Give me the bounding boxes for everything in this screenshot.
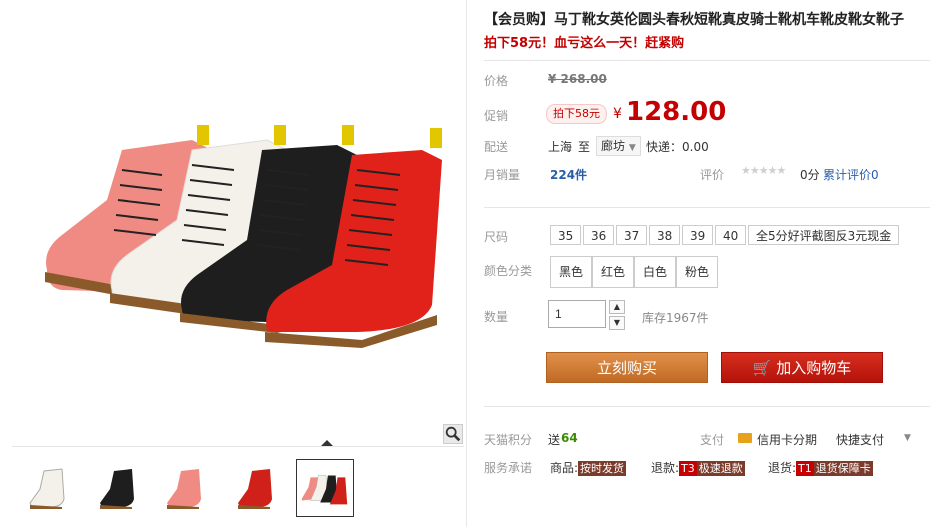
size-option-37[interactable]: 37 bbox=[616, 225, 648, 245]
refund-label: 退款: bbox=[651, 461, 680, 475]
service-goods: 商品: 按时发货 bbox=[550, 459, 627, 476]
thumbnail-white[interactable] bbox=[22, 459, 80, 517]
chevron-down-icon[interactable]: ▼ bbox=[904, 433, 911, 443]
color-option-red[interactable]: 红色 bbox=[592, 256, 635, 288]
chevron-down-icon: ▼ bbox=[628, 143, 636, 153]
rating-value: 0分 bbox=[800, 168, 820, 182]
credit-card-icon bbox=[738, 433, 752, 443]
rating-stars-icon: ★★★★★ bbox=[741, 164, 786, 177]
currency-symbol: ¥ bbox=[613, 106, 622, 122]
product-gallery bbox=[0, 0, 467, 527]
destination-select[interactable]: 廊坊 ▼ bbox=[596, 136, 641, 156]
add-to-cart-label: 加入购物车 bbox=[776, 359, 852, 377]
return-guarantee-tag: 退货保障卡 bbox=[813, 461, 873, 476]
divider bbox=[484, 406, 930, 407]
original-price: ¥ 268.00 bbox=[548, 72, 607, 86]
size-label: 尺码 bbox=[484, 230, 509, 244]
on-time-shipping-tag: 按时发货 bbox=[578, 461, 627, 476]
stock-count: 库存1967件 bbox=[642, 311, 709, 325]
payment-label: 支付 bbox=[700, 433, 725, 447]
size-option-review-cashback[interactable]: 全5分好评截图反3元现金 bbox=[748, 225, 900, 245]
thumbnail-red[interactable] bbox=[230, 459, 288, 517]
divider bbox=[484, 60, 930, 61]
quantity-label: 数量 bbox=[484, 310, 509, 324]
return-label: 退货: bbox=[768, 461, 797, 475]
shipping-to-word: 至 bbox=[578, 140, 591, 154]
destination-value: 廊坊 bbox=[601, 139, 626, 153]
fast-refund-tag: 极速退款 bbox=[696, 461, 745, 476]
increase-icon[interactable]: ▲ bbox=[609, 300, 625, 314]
color-option-white[interactable]: 白色 bbox=[634, 256, 677, 288]
product-title: 【会员购】马丁靴女英伦圆头春秋短靴真皮骑士靴机车靴皮靴女靴子 bbox=[484, 12, 904, 28]
goods-label: 商品: bbox=[550, 461, 579, 475]
decrease-icon[interactable]: ▼ bbox=[609, 316, 625, 330]
zoom-icon[interactable] bbox=[443, 424, 463, 444]
service-refund: 退款: T3 极速退款 bbox=[651, 459, 745, 476]
price-label: 价格 bbox=[484, 74, 509, 88]
color-label: 颜色分类 bbox=[484, 264, 533, 278]
shipping-label: 配送 bbox=[484, 140, 509, 154]
color-option-black[interactable]: 黑色 bbox=[550, 256, 593, 288]
card-installment[interactable]: 信用卡分期 bbox=[757, 431, 817, 448]
thumbnail-black[interactable] bbox=[92, 459, 150, 517]
express-fee: 快递：0.00 bbox=[646, 140, 709, 154]
size-option-39[interactable]: 39 bbox=[682, 225, 714, 245]
service-label: 服务承诺 bbox=[484, 461, 533, 475]
promo-badge: 拍下58元 bbox=[546, 104, 607, 124]
points-prefix: 送 bbox=[548, 433, 561, 447]
size-option-35[interactable]: 35 bbox=[550, 225, 582, 245]
thumbnail-all-colors[interactable] bbox=[296, 459, 354, 517]
promo-line: 拍下58元！血亏这么一天！赶紧购 bbox=[484, 36, 685, 51]
rating-label: 评价 bbox=[700, 168, 725, 182]
sales-label: 月销量 bbox=[484, 168, 521, 182]
thumbnail-strip bbox=[12, 446, 464, 528]
shipping-from: 上海 bbox=[548, 140, 573, 154]
refund-code-badge: T3 bbox=[679, 461, 697, 476]
divider bbox=[484, 207, 930, 208]
review-link[interactable]: 累计评价0 bbox=[823, 166, 879, 183]
return-code-badge: T1 bbox=[796, 461, 814, 476]
product-main-image[interactable] bbox=[12, 0, 464, 445]
size-option-38[interactable]: 38 bbox=[649, 225, 681, 245]
sales-count: 224件 bbox=[550, 168, 588, 182]
size-option-40[interactable]: 40 bbox=[715, 225, 747, 245]
points-value: 64 bbox=[561, 431, 578, 445]
buy-now-button[interactable]: 立刻购买 bbox=[546, 352, 708, 383]
thumbnail-pink[interactable] bbox=[159, 459, 217, 517]
size-option-36[interactable]: 36 bbox=[583, 225, 615, 245]
cart-icon: 🛒 bbox=[752, 359, 772, 377]
quantity-input[interactable] bbox=[548, 300, 606, 328]
color-option-pink[interactable]: 粉色 bbox=[676, 256, 719, 288]
points-label: 天猫积分 bbox=[484, 433, 533, 447]
promo-label: 促销 bbox=[484, 109, 509, 123]
service-return: 退货: T1 退货保障卡 bbox=[768, 459, 873, 476]
current-price: 128.00 bbox=[626, 97, 727, 127]
add-to-cart-button[interactable]: 🛒 加入购物车 bbox=[721, 352, 883, 383]
quick-pay[interactable]: 快捷支付 bbox=[836, 431, 884, 448]
